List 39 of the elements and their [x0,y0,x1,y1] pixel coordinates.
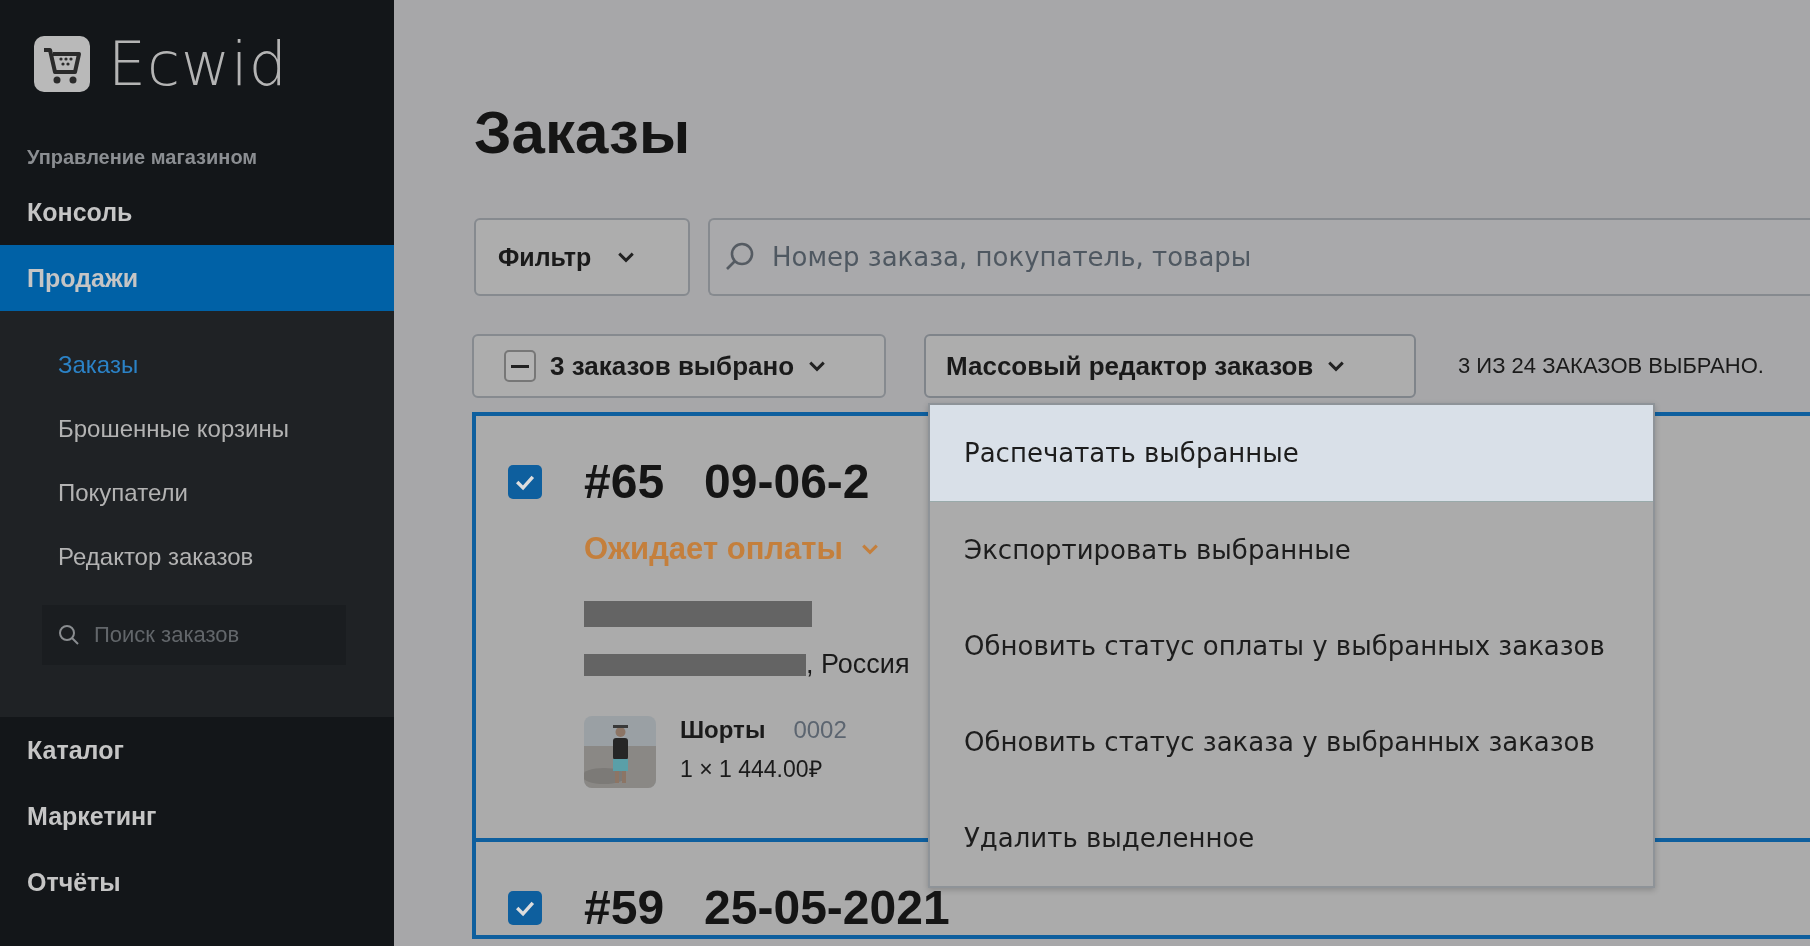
submenu-item[interactable]: Редактор заказов [0,525,394,589]
checkbox[interactable] [508,464,542,499]
search-icon [58,624,80,646]
menu-item[interactable]: Обновить статус оплаты у выбранных заказов [930,598,1653,694]
page-title: Заказы [474,98,692,168]
selection-button[interactable]: 3 заказов выбрано [472,334,886,398]
product-name[interactable]: Шорты [680,716,766,744]
order-date: 09-06-2 [704,454,870,509]
nav-item[interactable]: Консоль [0,179,394,245]
order-search-field[interactable]: Номер заказа, покупатель, товары [708,218,1810,296]
product-price: 1 × 1 444.00₽ [680,755,823,784]
nav-item[interactable]: Каталог [0,717,394,783]
order-number[interactable]: #65 [584,454,665,509]
indeterminate-checkbox[interactable] [504,350,536,382]
menu-item[interactable]: Экспортировать выбранные [930,502,1653,598]
mass-edit-button[interactable]: Массовый редактор заказов [924,334,1416,398]
section-label: Управление магазином [27,146,259,169]
checkbox[interactable] [508,890,542,925]
selection-label: 3 заказов выбрано [550,350,795,382]
submenu-item[interactable]: Покупатели [0,461,394,525]
menu-item[interactable]: Обновить статус заказа у выбранных заказов [930,694,1653,790]
chevron-down-icon [617,251,636,263]
chevron-down-icon [1327,360,1346,372]
cart-logo-icon [34,36,90,92]
menu-item[interactable]: Распечатать выбранные [930,405,1653,502]
nav-item[interactable]: Маркетинг [0,783,394,849]
chevron-down-icon [808,360,827,372]
submenu-item[interactable]: Заказы [0,333,394,397]
filter-button[interactable]: Фильтр [474,218,690,296]
submenu-item[interactable]: Брошенные корзины [0,397,394,461]
address-text: , Россия [806,649,910,680]
chevron-down-icon [860,543,879,555]
product-sku: 0002 [793,716,847,744]
logo-text: Ecwid [108,34,288,94]
order-number[interactable]: #59 [584,880,665,935]
selection-summary: 3 ИЗ 24 ЗАКАЗОВ ВЫБРАНО. [1458,353,1764,379]
order-search-field[interactable]: Поиск заказов [42,605,346,665]
nav-item[interactable]: Отчёты [0,849,394,915]
nav-item[interactable]: Продажи [0,245,394,311]
